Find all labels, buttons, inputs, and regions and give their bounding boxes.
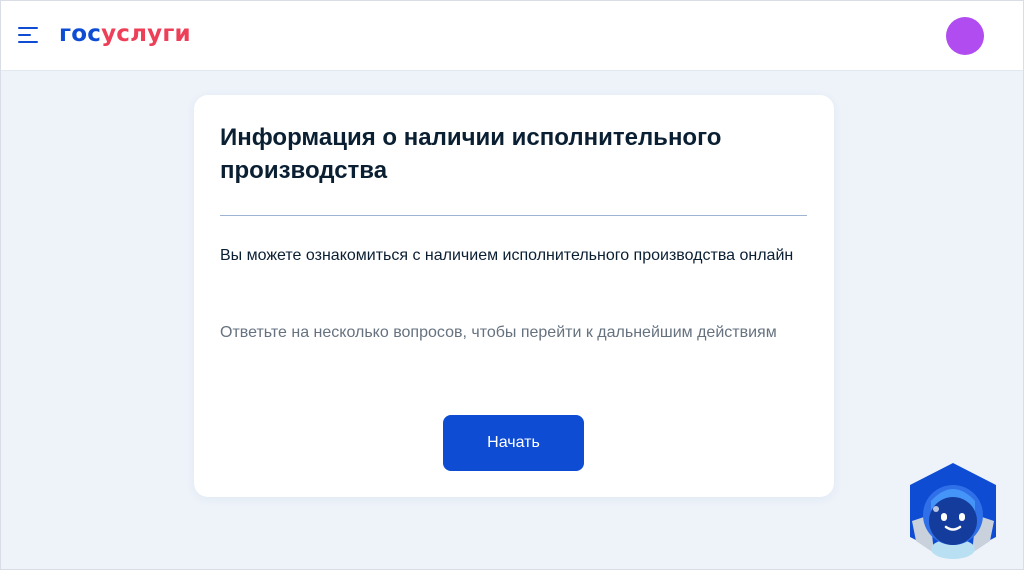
user-avatar[interactable] <box>946 17 984 55</box>
lead-text: Вы можете ознакомиться с наличием исполн… <box>220 247 794 264</box>
hamburger-menu-icon[interactable] <box>18 26 40 44</box>
hint-text: Ответьте на несколько вопросов, чтобы пе… <box>220 324 777 341</box>
logo-part-gos: гос <box>59 21 102 47</box>
menu-line-icon <box>18 41 38 43</box>
top-header: госуслуги <box>1 1 1023 71</box>
start-button[interactable]: Начать <box>443 415 584 471</box>
page: госуслуги Информация о наличии исполните… <box>0 0 1024 570</box>
menu-line-icon <box>18 34 31 36</box>
menu-line-icon <box>18 27 38 29</box>
logo-part-uslugi: услуги <box>101 21 191 47</box>
service-card: Информация о наличии исполнительного про… <box>194 95 834 497</box>
gosuslugi-logo[interactable]: госуслуги <box>59 19 191 49</box>
robot-assistant-icon[interactable] <box>906 461 1001 561</box>
page-title: Информация о наличии исполнительного про… <box>220 124 722 184</box>
divider <box>220 215 807 216</box>
